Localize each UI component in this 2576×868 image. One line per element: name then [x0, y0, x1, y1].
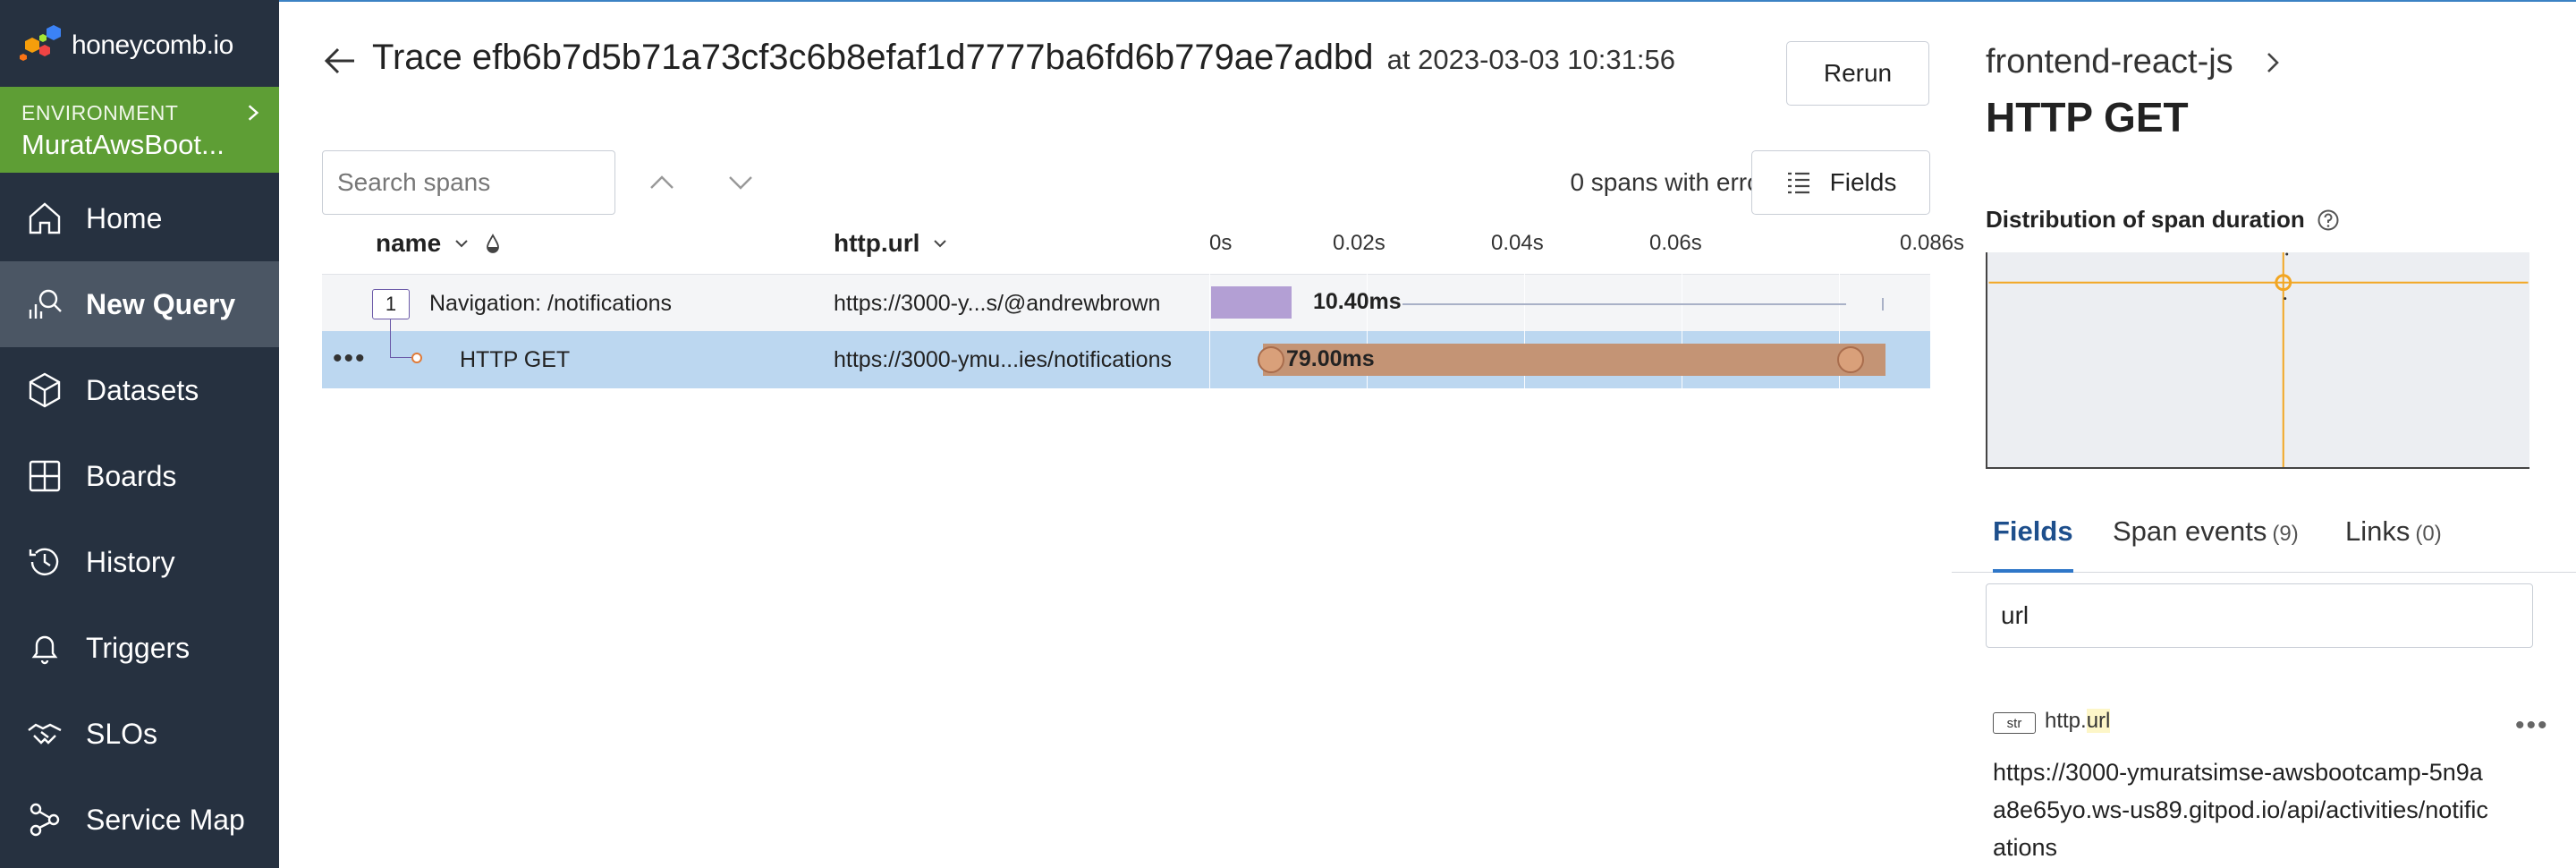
span-extent-end [1882, 298, 1884, 311]
sidebar-item-label: Boards [86, 459, 177, 492]
sidebar-item-home[interactable]: Home [0, 175, 279, 261]
sidebar-item-label: History [86, 545, 175, 578]
datasets-icon [29, 372, 61, 408]
service-name-link[interactable]: frontend-react-js [1986, 43, 2285, 81]
span-event-marker[interactable] [1837, 346, 1864, 373]
chevron-down-icon [934, 240, 947, 248]
timeline-tick: 0.06s [1649, 231, 1702, 255]
sidebar-item-label: Home [86, 201, 163, 234]
column-header-name[interactable]: name [376, 229, 502, 258]
span-row[interactable]: 1 Navigation: /notifications https://300… [322, 274, 1930, 331]
back-arrow-icon[interactable] [322, 45, 358, 77]
honeycomb-logo-icon [20, 25, 61, 61]
search-spans-input[interactable] [322, 150, 615, 215]
field-key-prefix: http. [2045, 709, 2087, 733]
tab-count: (0) [2415, 522, 2442, 546]
timeline-tick: 0.04s [1491, 231, 1544, 255]
honeycomb-logo[interactable]: honeycomb.io [14, 14, 233, 77]
history-icon [29, 548, 59, 575]
span-title: HTTP GET [1986, 94, 2189, 140]
new-query-icon [29, 289, 62, 319]
bell-icon [31, 635, 58, 665]
boards-icon [29, 460, 61, 492]
sidebar-item-label: New Query [86, 287, 236, 320]
fields-button[interactable]: Fields [1751, 150, 1930, 215]
trace-timestamp: at 2023-03-03 10:31:56 [1386, 44, 1675, 75]
service-name: frontend-react-js [1986, 43, 2233, 81]
column-name-label: name [376, 229, 442, 257]
logo-text: honeycomb.io [72, 30, 233, 60]
timeline-gridline [1209, 274, 1210, 388]
tab-label: Links [2345, 515, 2411, 547]
timeline-tick: 0.02s [1333, 231, 1385, 255]
tab-label: Fields [1993, 515, 2073, 547]
sidebar-item-new-query[interactable]: New Query [0, 261, 279, 347]
sidebar-item-label: Triggers [86, 631, 191, 664]
tab-count: (9) [2272, 522, 2299, 546]
fields-list-icon [1787, 172, 1809, 194]
timeline-tick: 0s [1209, 231, 1233, 255]
home-icon [29, 202, 61, 234]
sidebar-nav: Home New Query Datasets Boards History T… [0, 175, 279, 863]
sidebar-item-label: SLOs [86, 717, 158, 750]
fields-button-label: Fields [1829, 168, 1897, 196]
chevron-down-icon [455, 240, 468, 248]
more-options-icon[interactable]: ••• [333, 344, 367, 374]
span-duration-label: 10.40ms [1313, 289, 1402, 314]
chevron-up-icon[interactable] [644, 165, 680, 200]
rerun-button[interactable]: Rerun [1786, 41, 1929, 106]
trace-main: Trace efb6b7d5b71a73cf3c6b8efaf1d7777ba6… [279, 0, 1964, 868]
span-name: Navigation: /notifications [429, 291, 672, 316]
distribution-title-text: Distribution of span duration [1986, 206, 2305, 233]
child-count-badge[interactable]: 1 [372, 289, 410, 319]
sidebar-item-label: Service Map [86, 803, 245, 836]
span-event-marker[interactable] [1258, 346, 1284, 373]
sidebar: honeycomb.io ENVIRONMENT MuratAwsBoot...… [0, 0, 279, 868]
help-icon[interactable] [2316, 208, 2341, 233]
service-map-icon [30, 803, 60, 837]
field-type-badge: str [1993, 712, 2036, 734]
sidebar-item-triggers[interactable]: Triggers [0, 605, 279, 691]
tab-fields[interactable]: Fields [1993, 515, 2073, 573]
sidebar-item-datasets[interactable]: Datasets [0, 347, 279, 433]
detail-tabs: Fields Span events (9) Links (0) [1952, 501, 2576, 573]
tree-connector [390, 319, 415, 358]
sidebar-item-label: Datasets [86, 373, 199, 406]
sidebar-item-history[interactable]: History [0, 519, 279, 605]
tab-links[interactable]: Links (0) [2345, 515, 2442, 573]
span-duration-label: 79.00ms [1286, 346, 1375, 371]
error-count: 0 spans with errors [1570, 168, 1782, 196]
field-value[interactable]: https://3000-ymuratsimse-awsbootcamp-5n9… [1993, 753, 2494, 866]
environment-switcher[interactable]: ENVIRONMENT MuratAwsBoot... [0, 87, 279, 173]
span-url: https://3000-y...s/@andrewbrown [834, 291, 1161, 316]
span-dot [411, 353, 422, 363]
span-bar[interactable] [1211, 286, 1292, 319]
field-more-options-icon[interactable]: ••• [2515, 711, 2549, 741]
handshake-icon [28, 723, 62, 745]
environment-name: MuratAwsBoot... [21, 129, 225, 160]
span-detail-panel: frontend-react-js HTTP GET Distribution … [1952, 0, 2576, 868]
sidebar-item-slos[interactable]: SLOs [0, 691, 279, 777]
column-url-label: http.url [834, 229, 920, 257]
trace-id: Trace efb6b7d5b71a73cf3c6b8efaf1d7777ba6… [372, 38, 1374, 77]
tab-span-events[interactable]: Span events (9) [2113, 515, 2299, 573]
chevron-right-icon [248, 105, 259, 121]
span-name: HTTP GET [460, 347, 571, 372]
tab-label: Span events [2113, 515, 2267, 547]
field-key-match: url [2086, 709, 2111, 733]
column-header-url[interactable]: http.url [834, 229, 950, 258]
trace-title: Trace efb6b7d5b71a73cf3c6b8efaf1d7777ba6… [372, 38, 1675, 78]
sidebar-item-service-map[interactable]: Service Map [0, 777, 279, 863]
field-key: http.url [2045, 709, 2111, 734]
chevron-right-icon [2267, 52, 2279, 72]
span-extent-line [1402, 303, 1846, 305]
field-filter-input[interactable] [1986, 583, 2533, 648]
sidebar-item-boards[interactable]: Boards [0, 433, 279, 519]
color-drop-icon[interactable] [484, 233, 502, 254]
environment-label: ENVIRONMENT [21, 101, 179, 124]
chevron-down-icon[interactable] [723, 165, 758, 200]
distribution-title: Distribution of span duration [1986, 206, 2341, 234]
span-url: https://3000-ymu...ies/notifications [834, 347, 1172, 372]
duration-distribution-chart[interactable] [1986, 252, 2529, 469]
